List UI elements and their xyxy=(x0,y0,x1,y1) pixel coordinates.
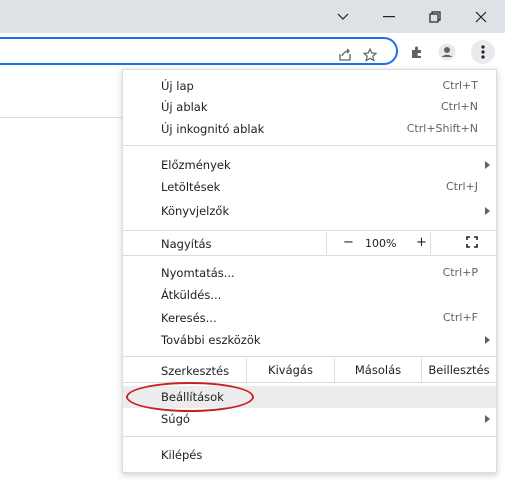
menu-item-history[interactable]: Előzmények xyxy=(123,154,496,176)
zoom-in-button[interactable]: + xyxy=(416,235,427,250)
submenu-arrow-icon xyxy=(485,336,490,344)
menu-item-find[interactable]: Keresés... Ctrl+F xyxy=(123,307,496,329)
menu-item-print[interactable]: Nyomtatás... Ctrl+P xyxy=(123,262,496,284)
extensions-icon[interactable] xyxy=(408,43,426,61)
paste-button[interactable]: Beillesztés xyxy=(421,358,496,382)
menu-item-label: További eszközök xyxy=(161,333,261,347)
zoom-level: 100% xyxy=(365,237,397,250)
restore-icon[interactable] xyxy=(412,0,458,33)
edit-label: Szerkesztés xyxy=(161,364,230,378)
profile-icon[interactable] xyxy=(438,43,456,61)
shortcut-text: Ctrl+P xyxy=(442,266,478,279)
star-icon[interactable] xyxy=(362,47,378,63)
menu-separator xyxy=(123,145,496,146)
menu-item-exit[interactable]: Kilépés xyxy=(123,444,496,466)
menu-item-label: Beállítások xyxy=(161,390,224,404)
chrome-main-menu: Új lap Ctrl+T Új ablak Ctrl+N Új inkogni… xyxy=(122,69,497,473)
minimize-icon[interactable] xyxy=(366,0,412,33)
fullscreen-icon[interactable] xyxy=(466,236,478,251)
copy-button[interactable]: Másolás xyxy=(334,358,421,382)
menu-item-label: Könyvjelzők xyxy=(161,204,230,218)
menu-item-incognito[interactable]: Új inkognitó ablak Ctrl+Shift+N xyxy=(123,118,496,140)
shortcut-text: Ctrl+Shift+N xyxy=(406,122,478,135)
menu-separator xyxy=(123,230,496,231)
menu-item-help[interactable]: Súgó xyxy=(123,408,496,430)
zoom-row: Nagyítás − 100% + xyxy=(123,232,496,254)
zoom-controls: − 100% + xyxy=(326,232,431,254)
submenu-arrow-icon xyxy=(485,161,490,169)
menu-item-label: Letöltések xyxy=(161,180,221,194)
menu-separator xyxy=(123,356,496,357)
submenu-arrow-icon xyxy=(485,415,490,423)
menu-separator xyxy=(123,382,496,383)
menu-item-label: Nyomtatás... xyxy=(161,266,235,280)
menu-item-label: Keresés... xyxy=(161,311,217,325)
submenu-arrow-icon xyxy=(485,207,490,215)
menu-item-settings[interactable]: Beállítások xyxy=(123,386,496,408)
close-icon[interactable] xyxy=(458,0,504,33)
menu-item-label: Kilépés xyxy=(161,448,203,462)
menu-item-new-window[interactable]: Új ablak Ctrl+N xyxy=(123,96,496,118)
chevron-down-icon[interactable] xyxy=(320,0,366,33)
menu-item-label: Új inkognitó ablak xyxy=(161,122,265,136)
zoom-out-button[interactable]: − xyxy=(343,235,354,250)
page-divider xyxy=(0,117,122,118)
address-bar[interactable] xyxy=(0,37,398,65)
menu-item-label: Előzmények xyxy=(161,158,231,172)
zoom-label: Nagyítás xyxy=(161,237,212,251)
menu-item-downloads[interactable]: Letöltések Ctrl+J xyxy=(123,176,496,198)
menu-item-label: Súgó xyxy=(161,412,190,426)
menu-item-label: Új ablak xyxy=(161,100,208,114)
menu-item-cast[interactable]: Átküldés... xyxy=(123,284,496,306)
toolbar xyxy=(0,33,505,71)
menu-separator xyxy=(123,255,496,256)
edit-row: Szerkesztés Kivágás Másolás Beillesztés xyxy=(123,358,496,382)
shortcut-text: Ctrl+N xyxy=(440,100,478,113)
menu-item-more-tools[interactable]: További eszközök xyxy=(123,329,496,351)
shortcut-text: Ctrl+F xyxy=(442,311,478,324)
menu-item-label: Új lap xyxy=(161,79,194,93)
shortcut-text: Ctrl+J xyxy=(445,180,478,193)
share-icon[interactable] xyxy=(337,47,353,63)
title-bar xyxy=(0,0,505,33)
kebab-menu-icon[interactable] xyxy=(474,43,492,61)
menu-item-label: Átküldés... xyxy=(161,288,222,302)
shortcut-text: Ctrl+T xyxy=(442,79,478,92)
menu-item-new-tab[interactable]: Új lap Ctrl+T xyxy=(123,75,496,97)
menu-separator xyxy=(123,436,496,437)
cut-button[interactable]: Kivágás xyxy=(246,358,334,382)
menu-item-bookmarks[interactable]: Könyvjelzők xyxy=(123,200,496,222)
